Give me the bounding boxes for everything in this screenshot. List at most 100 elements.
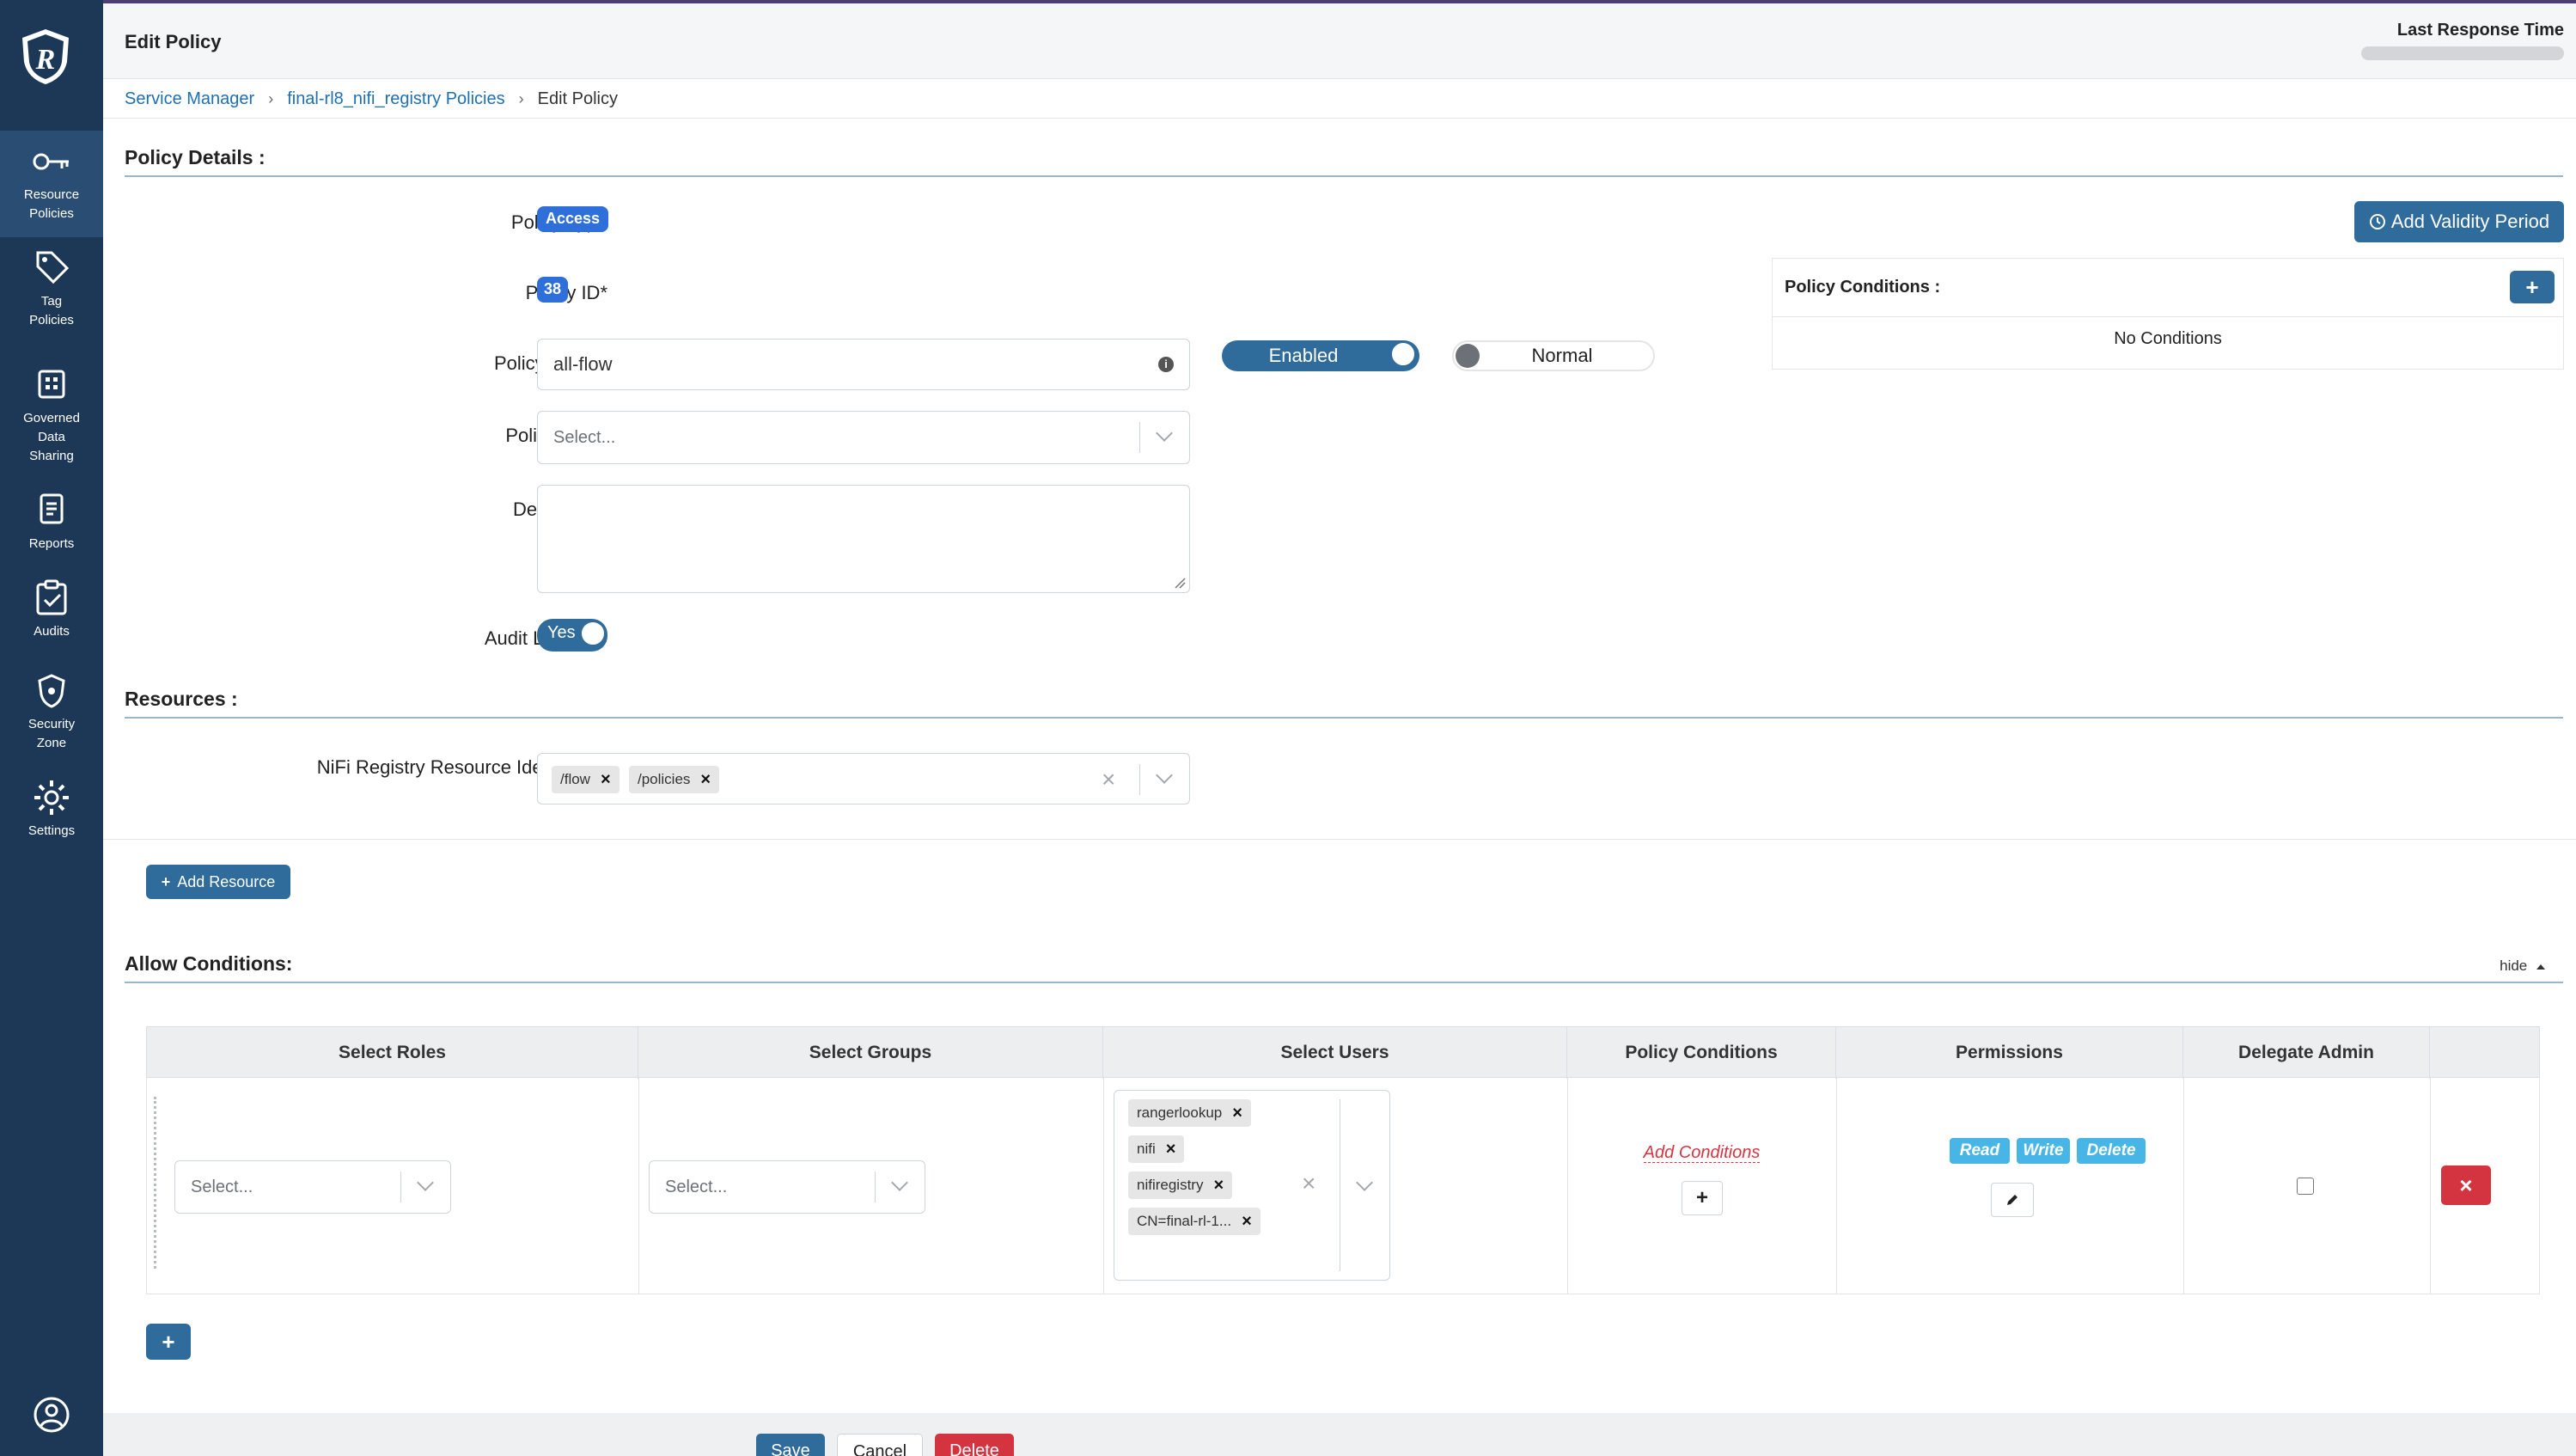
save-button[interactable]: Save: [756, 1434, 825, 1456]
sidebar-item-resource-policies[interactable]: Resource Policies: [0, 131, 103, 237]
permission-write-tag[interactable]: Write: [2017, 1138, 2070, 1164]
remove-tag-icon[interactable]: ×: [1242, 1212, 1252, 1232]
roles-select[interactable]: Select...: [174, 1160, 451, 1214]
section-divider: [125, 717, 2563, 719]
grid-icon: [31, 366, 72, 404]
column-divider: [1836, 1078, 1837, 1294]
section-divider: [125, 982, 2563, 983]
column-divider: [1103, 1078, 1104, 1294]
resource-tag: /policies ×: [629, 766, 720, 793]
user-tag: nifi ×: [1128, 1135, 1185, 1163]
user-circle-icon: [31, 1396, 72, 1434]
groups-placeholder: Select...: [665, 1177, 728, 1196]
user-tag: CN=final-rl-1... ×: [1128, 1208, 1261, 1235]
sidebar-item-security-zone[interactable]: Security Zone: [0, 672, 103, 758]
priority-toggle[interactable]: Normal: [1452, 340, 1655, 371]
svg-text:R: R: [35, 44, 56, 76]
remove-tag-icon[interactable]: ×: [601, 770, 611, 790]
remove-tag-icon[interactable]: ×: [700, 770, 711, 790]
audit-logging-toggle[interactable]: Yes: [537, 619, 607, 652]
add-resource-button[interactable]: + Add Resource: [146, 865, 290, 899]
delegate-admin-checkbox[interactable]: [2297, 1178, 2314, 1195]
chevron-down-icon[interactable]: [1356, 1174, 1373, 1191]
sidebar-item-label: Reports: [28, 536, 75, 551]
close-icon: ×: [2459, 1172, 2473, 1198]
add-condition-button[interactable]: +: [1682, 1181, 1723, 1215]
sidebar-item-governed-data-sharing[interactable]: Governed Data Sharing: [0, 366, 103, 469]
groups-select[interactable]: Select...: [649, 1160, 925, 1214]
sidebar-item-settings[interactable]: Settings: [0, 779, 103, 847]
select-separator: [1139, 764, 1140, 795]
sidebar-item-user[interactable]: [0, 1396, 103, 1447]
user-tag-label: nifi: [1137, 1141, 1156, 1157]
permission-delete-tag[interactable]: Delete: [2077, 1138, 2146, 1164]
select-separator: [1139, 422, 1140, 453]
chevron-down-icon[interactable]: [1156, 425, 1173, 442]
sidebar-item-reports[interactable]: Reports: [0, 492, 103, 560]
ranger-logo[interactable]: R: [19, 28, 72, 86]
info-icon[interactable]: i: [1158, 357, 1174, 372]
description-textarea[interactable]: [537, 485, 1190, 593]
chevron-down-icon[interactable]: [417, 1174, 434, 1191]
report-icon: [31, 492, 72, 529]
pencil-icon: [2007, 1195, 2017, 1205]
plus-icon: +: [161, 872, 171, 890]
users-select[interactable]: rangerlookup × nifi × nifiregistry × CN=fin…: [1114, 1090, 1390, 1281]
tag-icon: [31, 249, 72, 287]
policy-name-value: all-flow: [553, 353, 613, 375]
column-divider: [1567, 1078, 1568, 1294]
enabled-toggle[interactable]: Enabled: [1222, 340, 1419, 371]
user-tag-label: nifiregistry: [1137, 1177, 1204, 1193]
edit-permissions-button[interactable]: [1991, 1183, 2034, 1217]
column-header: Select Users: [1103, 1027, 1567, 1079]
sidebar-item-label: Settings: [27, 823, 76, 838]
add-row-button[interactable]: +: [146, 1324, 191, 1360]
permission-read-tag[interactable]: Read: [1950, 1138, 2010, 1164]
sidebar-item-label: Policies: [29, 206, 74, 221]
resource-identifier-select[interactable]: /flow × /policies × ×: [537, 753, 1190, 804]
policy-id-label: Policy ID*: [526, 282, 607, 303]
breadcrumb-policies[interactable]: final-rl8_nifi_registry Policies: [287, 89, 504, 108]
chevron-down-icon[interactable]: [1156, 767, 1173, 784]
policy-label-select[interactable]: Select...: [537, 411, 1190, 464]
column-divider: [638, 1078, 639, 1294]
roles-placeholder: Select...: [191, 1177, 253, 1196]
remove-tag-icon[interactable]: ×: [1166, 1140, 1176, 1159]
remove-tag-icon[interactable]: ×: [1213, 1176, 1224, 1196]
policy-name-input[interactable]: all-flow: [537, 339, 1190, 390]
column-divider: [2430, 1078, 2431, 1294]
sidebar-item-label: Governed: [23, 411, 80, 425]
sidebar-item-label: Audits: [34, 624, 70, 639]
sidebar-item-label: Security: [27, 717, 76, 731]
sidebar-item-label: Policies: [29, 313, 74, 327]
chevron-down-icon[interactable]: [891, 1174, 908, 1191]
policy-conditions-panel: Policy Conditions : + No Conditions: [1772, 258, 2564, 370]
sidebar-item-audits[interactable]: Audits: [0, 579, 103, 648]
breadcrumb-current: Edit Policy: [537, 89, 618, 108]
hide-toggle[interactable]: hide: [2500, 957, 2545, 975]
policy-label-placeholder: Select...: [553, 427, 616, 447]
add-validity-period-button[interactable]: Add Validity Period: [2354, 201, 2564, 242]
allow-conditions-header: Select Roles Select Groups Select Users …: [146, 1026, 2540, 1079]
remove-row-button[interactable]: ×: [2441, 1165, 2491, 1205]
breadcrumb-service-manager[interactable]: Service Manager: [125, 89, 254, 108]
no-conditions-text: No Conditions: [2114, 329, 2222, 348]
sidebar-item-tag-policies[interactable]: Tag Policies: [0, 249, 103, 344]
divider: [103, 118, 2576, 119]
resize-handle-icon[interactable]: [1174, 577, 1186, 589]
resource-identifier-label: NiFi Registry Resource Identifier*: [316, 756, 596, 778]
audit-logging-value: Yes: [547, 622, 576, 642]
add-resource-label: Add Resource: [177, 872, 276, 890]
user-tag-label: CN=final-rl-1...: [1137, 1213, 1232, 1229]
column-header: Policy Conditions: [1567, 1027, 1836, 1079]
add-policy-condition-button[interactable]: +: [2510, 271, 2555, 303]
drag-handle[interactable]: [154, 1097, 159, 1269]
clear-all-icon[interactable]: ×: [1302, 1170, 1315, 1197]
main-content: Edit Policy Last Response Time Service M…: [103, 3, 2576, 1456]
delete-button[interactable]: Delete: [935, 1434, 1014, 1456]
remove-tag-icon[interactable]: ×: [1232, 1104, 1242, 1123]
cancel-button[interactable]: Cancel: [837, 1434, 923, 1456]
page-title: Edit Policy: [125, 31, 222, 52]
clear-all-icon[interactable]: ×: [1102, 766, 1115, 793]
add-conditions-link[interactable]: Add Conditions: [1567, 1143, 1836, 1163]
